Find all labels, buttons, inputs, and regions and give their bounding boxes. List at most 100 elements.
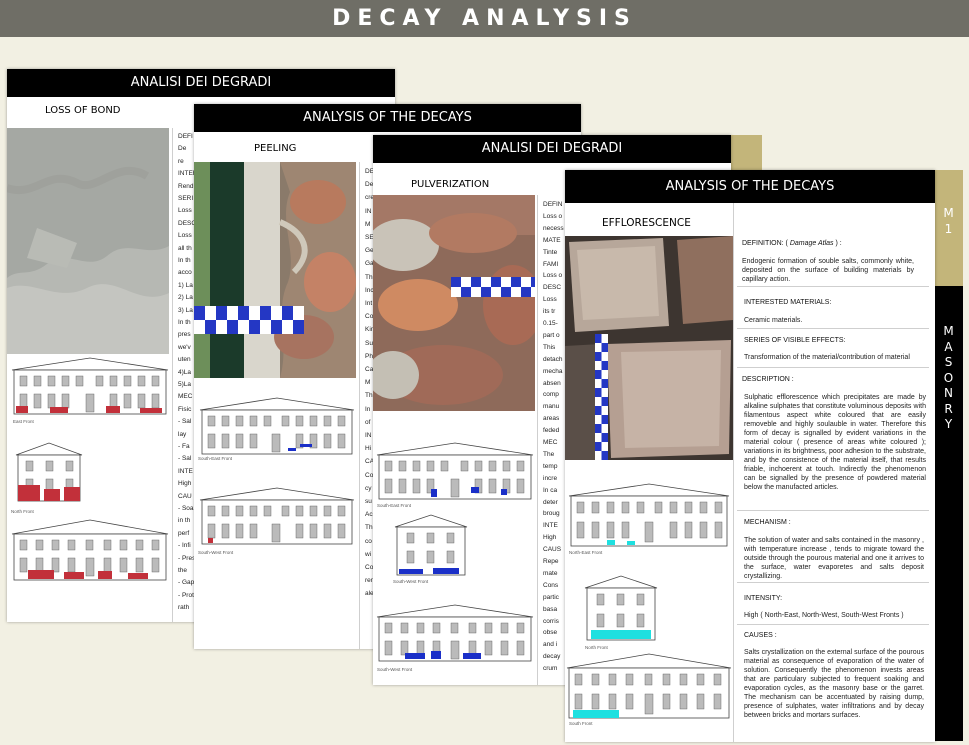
text-fragment: obse <box>543 629 558 637</box>
text-fragment: basa <box>543 605 558 613</box>
text-fragment: High <box>543 534 557 542</box>
text-fragment: CAU <box>178 492 192 500</box>
text-fragment: we'v <box>178 343 191 351</box>
facade-drawing-north <box>14 441 84 508</box>
category-letter: Y <box>944 417 953 431</box>
text-fragment: CAUS <box>543 546 562 554</box>
text-fragment: necess <box>543 224 564 232</box>
column-divider <box>733 203 734 742</box>
text-fragment: co <box>365 537 372 545</box>
drawing-caption: South-West Front <box>393 579 429 584</box>
drawing-caption: South-East Front <box>377 503 412 508</box>
text-fragment: Tinte <box>543 248 558 256</box>
text-fragment: FAMI <box>543 260 559 268</box>
category-letter: R <box>944 401 953 416</box>
text-fragment: decay <box>543 653 561 661</box>
text-fragment: Hi <box>365 445 372 453</box>
decay-name: EFFLORESCENCE <box>602 217 691 229</box>
text-fragment: 3) La <box>178 306 193 314</box>
text-fragment: perf <box>178 529 190 537</box>
text-fragment: feded <box>543 427 560 435</box>
text-fragment: comp <box>543 391 559 399</box>
text-fragment: its tr <box>543 308 556 316</box>
text-fragment: DEFI <box>178 133 193 140</box>
facade-drawing-southeast <box>375 439 535 506</box>
mechanism-label: MECHANISM : <box>744 519 791 526</box>
text-fragment: In <box>365 405 371 413</box>
text-fragment: incre <box>543 474 558 482</box>
text-fragment: This <box>543 343 556 351</box>
text-fragment: - Sal <box>178 455 192 463</box>
text-fragment: pres <box>178 331 191 339</box>
decay-name: PULVERIZATION <box>411 179 490 190</box>
sheet3-side-tab <box>730 135 762 175</box>
text-fragment: su <box>365 498 372 505</box>
materials-text: Ceramic materials. <box>744 317 803 324</box>
text-fragment: MEC <box>178 393 193 401</box>
decay-name: LOSS OF BOND <box>45 105 121 116</box>
section-divider <box>737 367 929 368</box>
text-fragment: Ph <box>365 352 373 360</box>
materials-label: INTERESTED MATERIALS: <box>744 299 832 306</box>
text-fragment: temp <box>543 462 558 470</box>
causes-text: Salts crystallization on the external su… <box>744 649 924 719</box>
causes-label: CAUSES : <box>744 632 777 639</box>
text-fragment: mecha <box>543 367 563 375</box>
text-fragment: Ac <box>365 511 373 519</box>
text-fragment: of <box>365 418 371 426</box>
effects-text: Transformation of the material/contribut… <box>744 354 910 361</box>
drawing-caption: North Front <box>11 509 34 514</box>
text-fragment: Cons <box>543 581 559 589</box>
text-fragment: Rend <box>178 182 194 190</box>
text-fragment: - Infi <box>178 542 191 550</box>
text-fragment: MEC <box>543 439 558 446</box>
text-fragment: Th <box>365 524 373 532</box>
section-divider <box>737 582 929 583</box>
text-fragment: rath <box>178 604 190 612</box>
text-fragment: Repe <box>543 558 559 565</box>
text-fragment: In ca <box>543 486 558 494</box>
text-fragment: re <box>178 157 184 165</box>
column-divider <box>359 162 360 649</box>
facade-drawing-southeast <box>198 396 356 461</box>
text-fragment: IN <box>365 207 372 215</box>
text-fragment: the <box>178 567 188 574</box>
drawing-caption: East Front <box>13 419 34 424</box>
text-fragment: absen <box>543 379 561 387</box>
category-code-number: 1 <box>944 222 953 236</box>
category-code-letter: M <box>943 206 954 220</box>
section-divider <box>737 510 929 511</box>
text-fragment: 0.15- <box>543 320 558 327</box>
text-fragment: 1) La <box>178 281 193 289</box>
facade-drawing-south <box>10 516 170 587</box>
text-fragment: Loss <box>178 207 192 215</box>
drawing-caption: South Front <box>569 721 593 726</box>
description-label: DESCRIPTION : <box>742 376 794 383</box>
sheet-header: ANALYSIS OF THE DECAYS <box>565 170 935 203</box>
decay-photo <box>7 128 169 354</box>
text-fragment: areas <box>543 415 560 423</box>
text-fragment: Fisic <box>178 405 192 413</box>
text-fragment: - Prot <box>178 591 194 599</box>
category-side-tab: MASONRY <box>934 286 963 741</box>
text-fragment: M <box>365 379 371 387</box>
text-fragment: partic <box>543 593 559 601</box>
text-fragment: and i <box>543 641 558 649</box>
intensity-text: High ( North-East, North-West, South-Wes… <box>744 612 904 619</box>
sheet-header: ANALISI DEI DEGRADI <box>7 69 395 97</box>
text-fragment: INTE <box>543 522 558 530</box>
category-letter: A <box>944 339 953 354</box>
text-fragment: In th <box>178 319 191 326</box>
text-fragment: 2) La <box>178 294 193 302</box>
sheet-header: ANALYSIS OF THE DECAYS <box>194 104 581 132</box>
facade-drawing-south <box>565 650 733 725</box>
category-letter: S <box>944 355 953 369</box>
text-fragment: crum <box>543 665 558 673</box>
sheet-efflorescence: ANALYSIS OF THE DECAYS EFFLORESCENCE DEF… <box>565 170 935 742</box>
text-fragment: M <box>365 220 371 228</box>
text-fragment: SERI <box>178 195 194 202</box>
drawing-caption: South-West Front <box>377 667 413 672</box>
category-label: MASONRY <box>934 324 963 433</box>
text-fragment: 4)La <box>178 368 192 376</box>
text-fragment: detach <box>543 355 563 363</box>
